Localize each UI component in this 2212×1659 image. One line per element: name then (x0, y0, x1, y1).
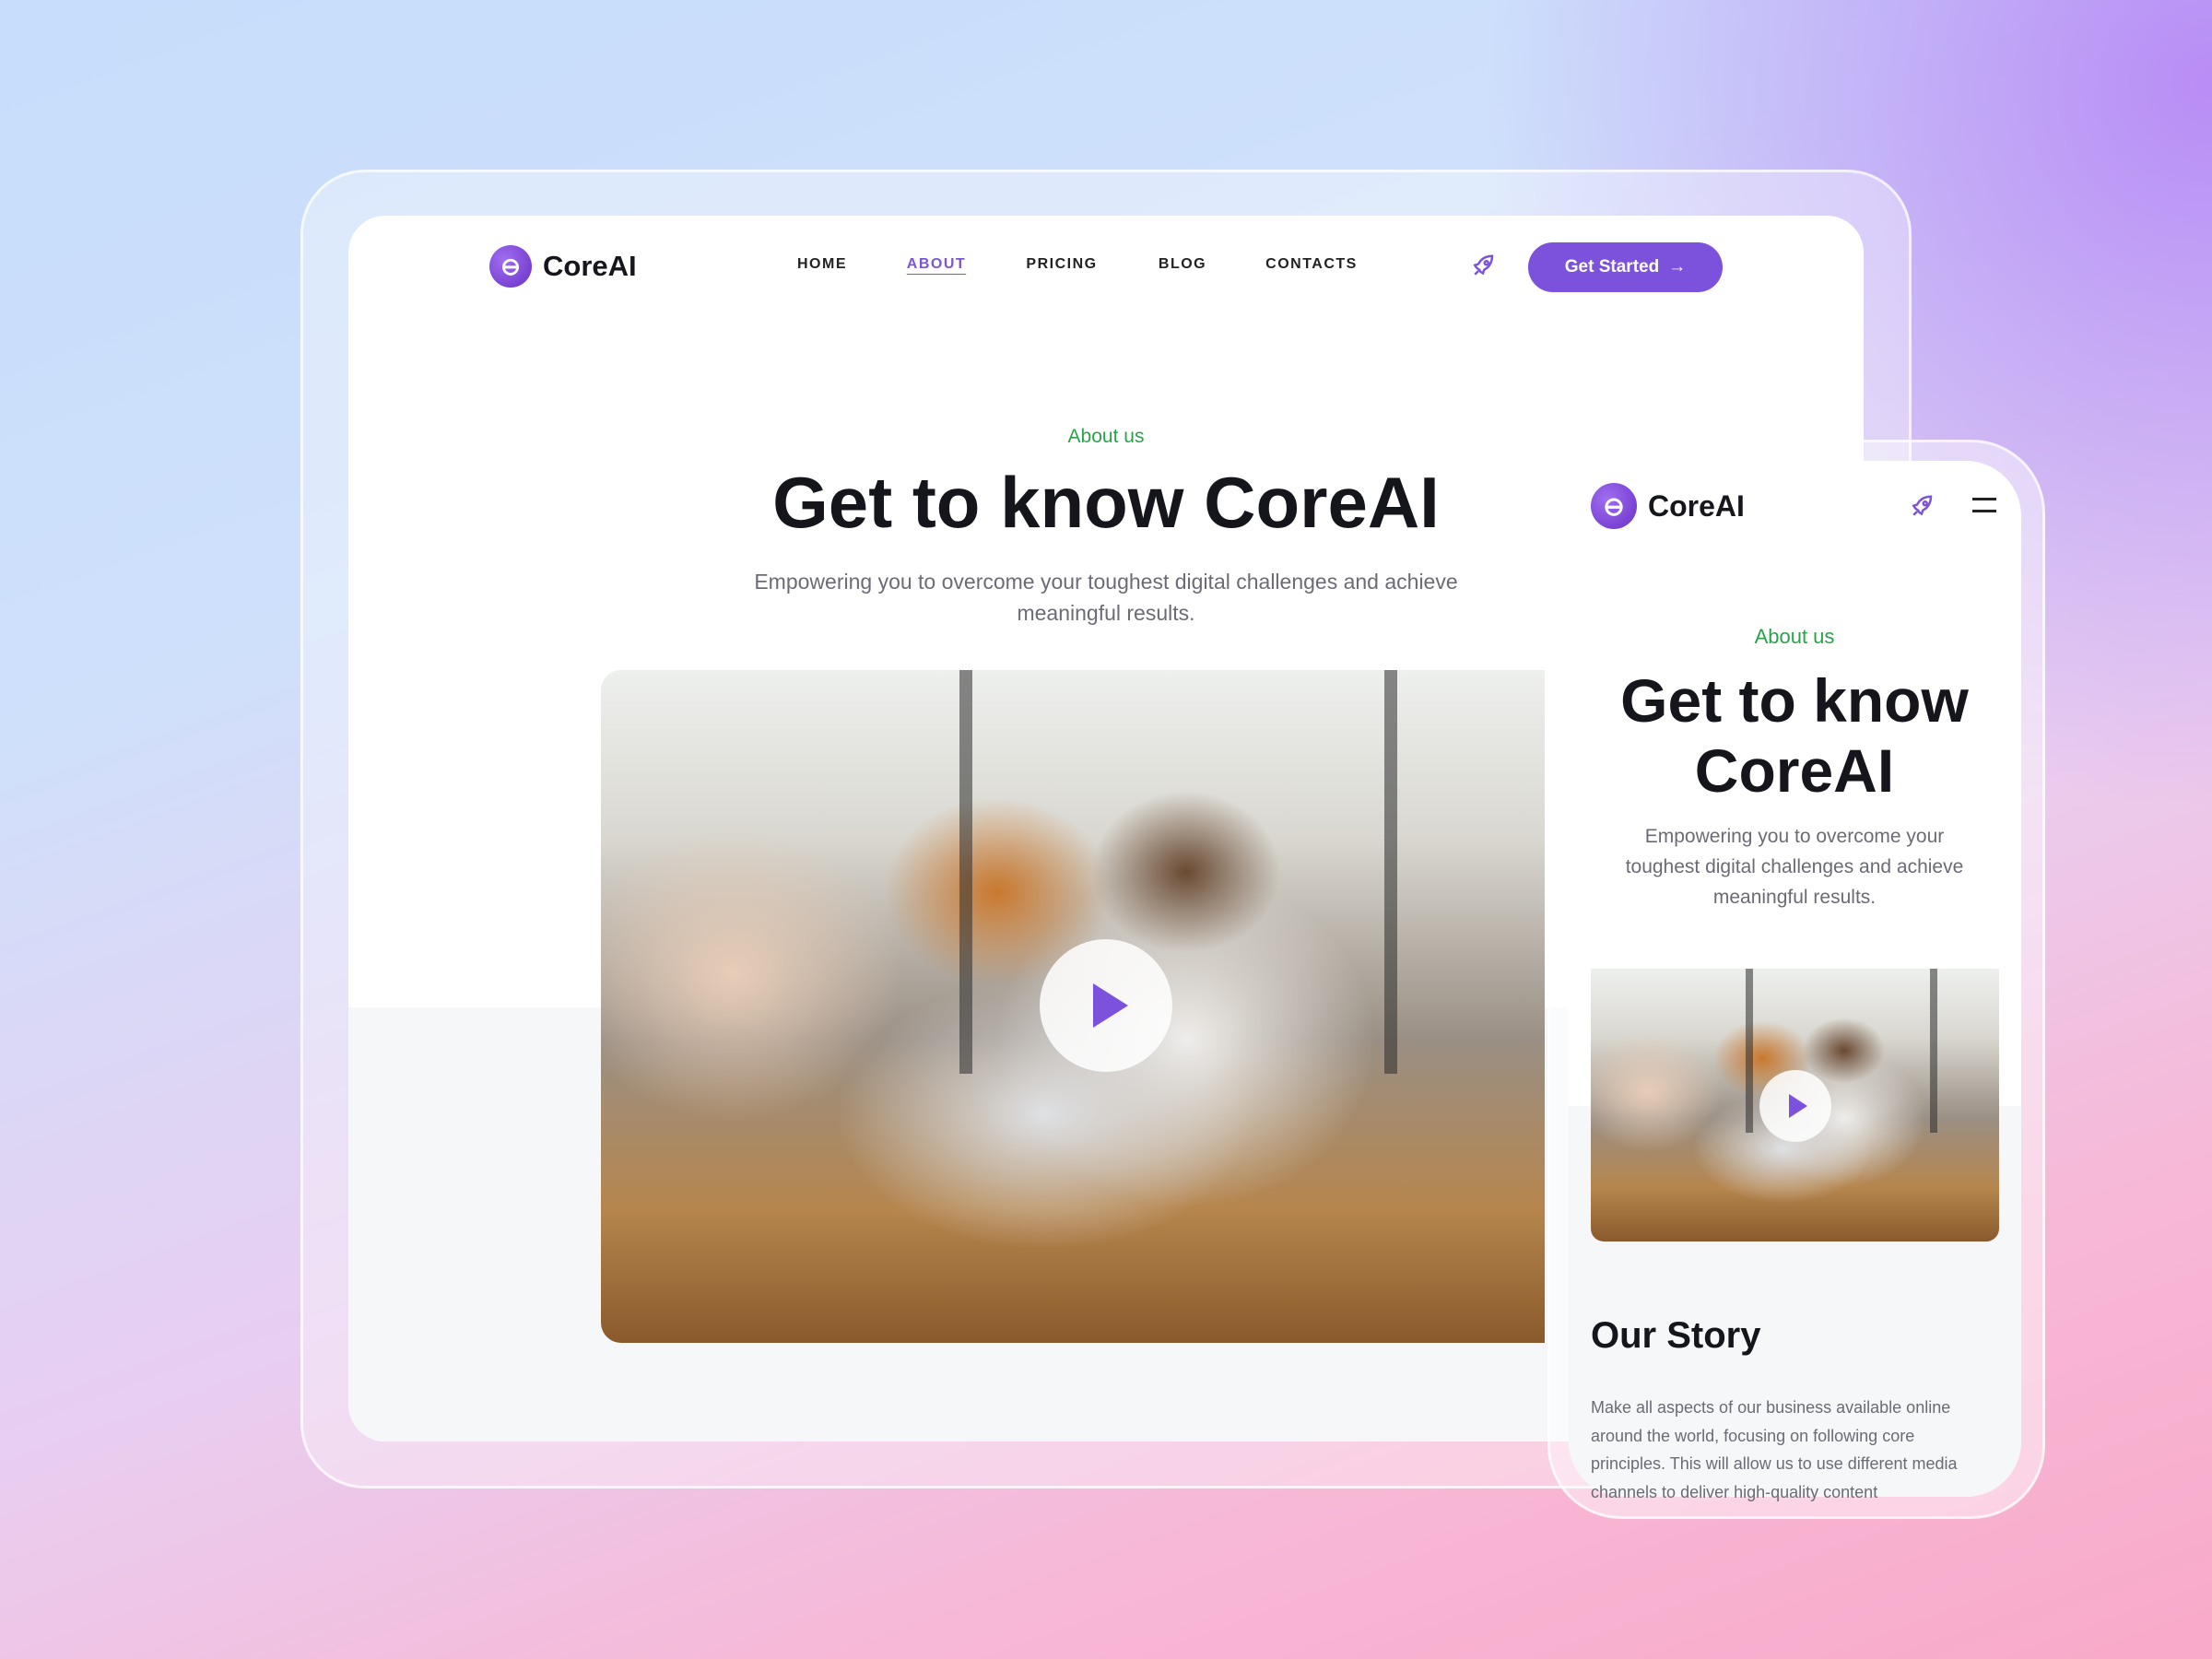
story-line: around the world, focusing on following … (1591, 1426, 1915, 1445)
nav-blog[interactable]: BLOG (1159, 256, 1206, 273)
logo-mark-icon: ⊖ (489, 245, 532, 288)
logo[interactable]: ⊖ CoreAI (489, 245, 637, 288)
get-started-label: Get Started (1564, 257, 1660, 276)
team-video[interactable] (601, 670, 1545, 1343)
our-story-text: Make all aspects of our business availab… (1591, 1394, 2006, 1506)
play-button[interactable] (1759, 1070, 1831, 1142)
subtitle-line: meaningful results. (1017, 601, 1195, 625)
brand-name: CoreAI (543, 250, 637, 282)
subtitle-line: meaningful results. (1712, 887, 1877, 908)
mobile-subtitle: Empowering you to overcome your toughest… (1592, 821, 1997, 912)
play-icon (1789, 1094, 1807, 1118)
nav-home[interactable]: HOME (797, 256, 847, 273)
play-icon (1093, 983, 1128, 1028)
our-story-title: Our Story (1591, 1315, 1761, 1356)
story-line: channels to deliver high-quality content (1591, 1482, 1878, 1501)
window-frame (1383, 670, 1397, 1074)
mobile-team-video[interactable] (1591, 969, 1999, 1241)
hamburger-icon[interactable] (1972, 498, 1996, 512)
play-button[interactable] (1040, 939, 1172, 1072)
nav-contacts[interactable]: CONTACTS (1265, 256, 1358, 273)
title-line: CoreAI (1694, 736, 1895, 805)
title-line: Get to know (1620, 666, 1969, 735)
nav-pricing[interactable]: PRICING (1026, 256, 1097, 273)
story-line: principles. This will allow us to use di… (1591, 1454, 1958, 1473)
window-frame (1746, 969, 1754, 1133)
page-subtitle: Empowering you to overcome your toughest… (691, 566, 1521, 629)
subtitle-line: toughest digital challenges and achieve (1625, 856, 1964, 877)
subtitle-line: Empowering you to overcome your (1644, 826, 1945, 847)
story-line: Make all aspects of our business availab… (1591, 1398, 1951, 1417)
subtitle-line: Empowering you to overcome your toughest… (754, 570, 1458, 594)
page-title: Get to know CoreAI (772, 462, 1440, 543)
mobile-about-eyebrow: About us (1754, 625, 1835, 648)
mobile-logo[interactable]: ⊖ CoreAI (1591, 483, 1745, 529)
about-eyebrow: About us (1067, 426, 1145, 447)
rocket-icon[interactable] (1908, 493, 1936, 521)
get-started-button[interactable]: Get Started → (1528, 242, 1723, 292)
rocket-icon[interactable] (1469, 253, 1497, 280)
window-frame (959, 670, 973, 1074)
logo-mark-icon: ⊖ (1591, 483, 1637, 529)
window-frame (1929, 969, 1937, 1133)
mobile-page-title: Get to know CoreAI (1620, 665, 1969, 806)
arrow-right-icon: → (1668, 257, 1687, 276)
brand-name: CoreAI (1648, 488, 1745, 523)
nav-about[interactable]: ABOUT (907, 256, 966, 273)
